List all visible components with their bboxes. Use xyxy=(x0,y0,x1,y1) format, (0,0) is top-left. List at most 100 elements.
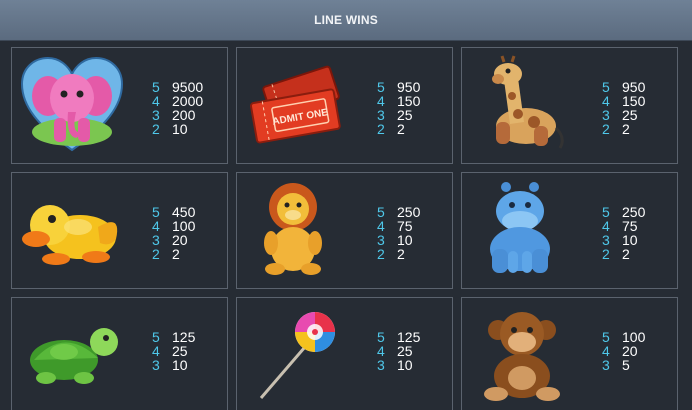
pay-row: 5 125 xyxy=(152,330,195,344)
pay-row: 4 2000 xyxy=(152,94,203,108)
pay-row: 2 10 xyxy=(152,122,203,136)
pay-row: 3 25 xyxy=(602,108,645,122)
payout-value: 2 xyxy=(622,121,630,137)
symbol-card-elephant: 5 9500 4 2000 3 200 2 10 xyxy=(11,47,228,164)
pay-row: 22 xyxy=(602,247,645,261)
pay-row: 4 75 xyxy=(377,219,420,233)
symbol-count: 5 xyxy=(152,79,160,95)
payout-value: 2 xyxy=(622,246,630,262)
paytable-values: 5 125 4 25 3 10 xyxy=(377,330,420,372)
paytable-values: 5 125 4 25 3 10 xyxy=(152,330,195,372)
pink-elephant-icon xyxy=(20,56,124,152)
symbol-count: 4 xyxy=(602,343,610,359)
pay-row: 5 250 xyxy=(602,205,645,219)
symbol-count: 4 xyxy=(152,93,160,109)
symbol-count: 4 xyxy=(377,343,385,359)
payout-value: 250 xyxy=(622,204,646,220)
pay-row: 22 xyxy=(602,122,645,136)
payout-value: 20 xyxy=(622,343,638,359)
payout-value: 25 xyxy=(397,107,413,123)
payout-value: 10 xyxy=(172,357,188,373)
symbol-count: 3 xyxy=(377,357,385,373)
payout-value: 450 xyxy=(172,204,196,220)
symbol-count: 2 xyxy=(152,121,160,137)
symbol-card-monkey: 5 100 4 20 35 xyxy=(461,297,678,410)
symbol-card-lollipop: 5 125 4 25 3 10 xyxy=(236,297,453,410)
pay-row: 3 25 xyxy=(377,108,420,122)
symbol-count: 5 xyxy=(152,204,160,220)
payout-value: 25 xyxy=(397,343,413,359)
symbol-count: 2 xyxy=(602,121,610,137)
duck-icon xyxy=(22,205,118,265)
pay-row: 3 10 xyxy=(377,358,420,372)
symbol-count: 5 xyxy=(377,79,385,95)
payout-value: 5 xyxy=(622,357,630,373)
symbol-count: 2 xyxy=(377,121,385,137)
symbol-count: 2 xyxy=(152,246,160,262)
symbol-count: 3 xyxy=(152,357,160,373)
pay-row: 3 200 xyxy=(152,108,203,122)
symbol-count: 4 xyxy=(152,343,160,359)
paytable-values: 5 250 4 75 3 10 22 xyxy=(377,205,420,261)
paytable-values: 5 9500 4 2000 3 200 2 10 xyxy=(152,80,203,136)
payout-value: 125 xyxy=(172,329,196,345)
symbol-count: 2 xyxy=(602,246,610,262)
pay-row: 5 950 xyxy=(377,80,420,94)
payout-value: 25 xyxy=(622,107,638,123)
pay-row: 3 20 xyxy=(152,233,195,247)
symbol-count: 3 xyxy=(602,232,610,248)
symbol-count: 2 xyxy=(377,246,385,262)
symbol-card-turtle: 5 125 4 25 3 10 xyxy=(11,297,228,410)
payout-value: 10 xyxy=(397,232,413,248)
pay-row: 5 950 xyxy=(602,80,645,94)
payout-value: 250 xyxy=(397,204,421,220)
pay-row: 5 250 xyxy=(377,205,420,219)
symbol-count: 3 xyxy=(602,357,610,373)
pay-row: 5 100 xyxy=(602,330,645,344)
paytable-values: 5 950 4 150 3 25 22 xyxy=(602,80,645,136)
payout-value: 2000 xyxy=(172,93,204,109)
payout-value: 25 xyxy=(172,343,188,359)
symbol-count: 5 xyxy=(602,329,610,345)
symbol-count: 4 xyxy=(377,218,385,234)
payout-value: 10 xyxy=(622,232,638,248)
turtle-icon xyxy=(30,328,118,384)
symbol-count: 5 xyxy=(152,329,160,345)
symbol-count: 4 xyxy=(152,218,160,234)
symbol-count: 5 xyxy=(377,204,385,220)
pay-row: 22 xyxy=(377,247,420,261)
pay-row: 35 xyxy=(602,358,645,372)
payout-value: 100 xyxy=(172,218,196,234)
payout-value: 2 xyxy=(397,121,405,137)
symbol-count: 5 xyxy=(602,79,610,95)
pay-row: 3 10 xyxy=(377,233,420,247)
pay-row: 4 25 xyxy=(152,344,195,358)
pay-row: 5 450 xyxy=(152,205,195,219)
monkey-icon xyxy=(484,312,560,401)
payout-value: 950 xyxy=(622,79,646,95)
lollipop-icon xyxy=(259,312,335,399)
symbol-count: 4 xyxy=(377,93,385,109)
symbol-count: 3 xyxy=(152,232,160,248)
paytable-values: 5 250 4 75 3 10 22 xyxy=(602,205,645,261)
payout-value: 100 xyxy=(622,329,646,345)
pay-row: 4 25 xyxy=(377,344,420,358)
pay-row: 4 150 xyxy=(377,94,420,108)
symbol-count: 3 xyxy=(377,232,385,248)
pay-row: 4 20 xyxy=(602,344,645,358)
pay-row: 5 9500 xyxy=(152,80,203,94)
pay-row: 3 10 xyxy=(602,233,645,247)
symbol-count: 3 xyxy=(377,107,385,123)
pay-row: 4 75 xyxy=(602,219,645,233)
payout-value: 20 xyxy=(172,232,188,248)
symbol-card-duck: 5 450 4 100 3 20 22 xyxy=(11,172,228,289)
payout-value: 10 xyxy=(172,121,188,137)
paytable-values: 5 100 4 20 35 xyxy=(602,330,645,372)
payout-value: 150 xyxy=(397,93,421,109)
symbol-count: 3 xyxy=(602,107,610,123)
symbol-count: 3 xyxy=(152,107,160,123)
paytable-values: 5 950 4 150 3 25 22 xyxy=(377,80,420,136)
payout-value: 200 xyxy=(172,107,196,123)
admit-one-ticket-icon: ADMIT ONE xyxy=(249,65,341,144)
pay-row: 4 150 xyxy=(602,94,645,108)
